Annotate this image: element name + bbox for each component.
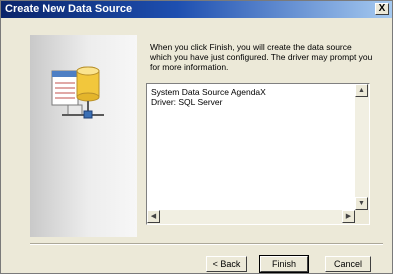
message-line: When you click Finish, you will create t… (150, 42, 352, 52)
scroll-right-button[interactable]: ▶ (342, 210, 355, 223)
triangle-up-icon: ▲ (358, 87, 365, 94)
summary-line: Driver: SQL Server (151, 97, 223, 107)
finish-message: When you click Finish, you will create t… (150, 42, 390, 72)
close-icon: X (378, 3, 386, 14)
triangle-down-icon: ▼ (358, 200, 365, 207)
message-line: which you have just configured. The driv… (150, 52, 373, 62)
separator (30, 243, 383, 245)
back-button[interactable]: < Back (206, 256, 247, 272)
summary-textbox[interactable]: System Data Source AgendaX Driver: SQL S… (146, 83, 370, 225)
title-bar[interactable]: Create New Data Source X (1, 1, 392, 18)
close-button[interactable]: X (375, 3, 389, 15)
scrollbar-corner (355, 210, 369, 224)
finish-button[interactable]: Finish (259, 255, 309, 273)
scroll-up-button[interactable]: ▲ (355, 84, 368, 97)
triangle-left-icon: ◀ (150, 213, 157, 220)
message-line: for more information. (150, 62, 229, 72)
create-data-source-dialog: Create New Data Source X When you click … (0, 0, 393, 274)
data-source-icon (51, 66, 104, 119)
triangle-right-icon: ▶ (345, 213, 352, 220)
window-title: Create New Data Source (5, 3, 133, 15)
summary-text: System Data Source AgendaX Driver: SQL S… (151, 87, 266, 107)
wizard-graphic-panel (30, 35, 137, 237)
cancel-button[interactable]: Cancel (325, 256, 371, 272)
horizontal-scrollbar[interactable]: ◀ ▶ (147, 210, 355, 224)
summary-line: System Data Source AgendaX (151, 87, 266, 97)
scroll-down-button[interactable]: ▼ (355, 197, 368, 210)
vertical-scrollbar[interactable]: ▲ ▼ (355, 84, 369, 210)
scroll-left-button[interactable]: ◀ (147, 210, 160, 223)
